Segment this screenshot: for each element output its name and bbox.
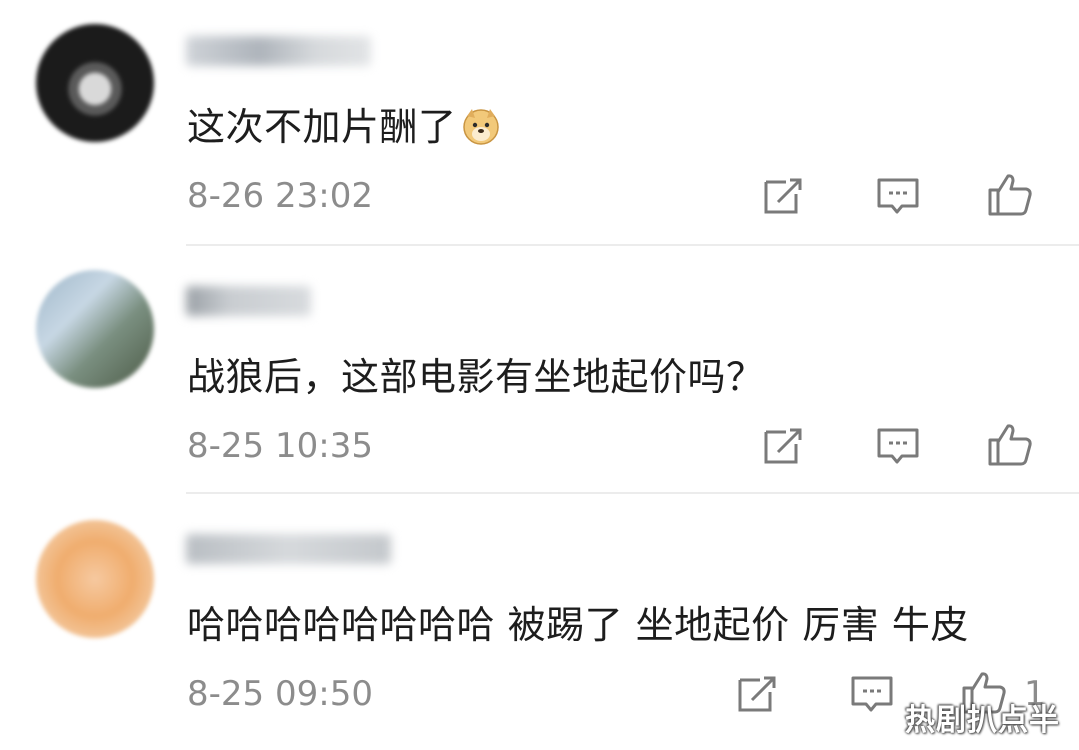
comment-body: 这次不加片酬了 — [187, 105, 457, 149]
comment-item: 这次不加片酬了 8-26 23:02 — [0, 0, 1079, 246]
comment-button[interactable] — [874, 422, 922, 470]
thumbs-up-icon — [988, 174, 1032, 216]
repost-button[interactable] — [734, 670, 782, 718]
comment-text: 哈哈哈哈哈哈哈哈 被踢了 坐地起价 厉害 牛皮 — [187, 603, 969, 647]
repost-icon — [764, 428, 802, 464]
username-blurred[interactable] — [186, 286, 311, 316]
timestamp: 8-26 23:02 — [187, 176, 373, 216]
comment-text: 战狼后，这部电影有坐地起价吗？ — [187, 355, 765, 399]
comment-text: 这次不加片酬了 — [187, 96, 501, 151]
timestamp: 8-25 10:35 — [187, 426, 373, 466]
comment-button[interactable] — [848, 670, 896, 718]
username-blurred[interactable] — [186, 36, 371, 66]
doge-emoji-icon — [461, 106, 501, 146]
like-button[interactable] — [986, 170, 1034, 218]
comment-button[interactable] — [874, 172, 922, 220]
comment-icon — [851, 676, 893, 712]
comment-icon — [877, 178, 919, 214]
avatar[interactable] — [36, 24, 154, 142]
watermark-text: 热剧扒点半 — [905, 703, 1060, 738]
comment-item: 战狼后，这部电影有坐地起价吗？ 8-25 10:35 — [0, 246, 1079, 494]
avatar[interactable] — [36, 270, 154, 388]
repost-icon — [764, 178, 802, 214]
thumbs-up-icon — [988, 424, 1032, 466]
like-button[interactable] — [986, 420, 1034, 468]
avatar[interactable] — [36, 520, 154, 638]
repost-button[interactable] — [760, 172, 808, 220]
timestamp: 8-25 09:50 — [187, 674, 373, 714]
username-blurred[interactable] — [186, 534, 391, 564]
repost-icon — [738, 676, 776, 712]
comment-icon — [877, 428, 919, 464]
repost-button[interactable] — [760, 422, 808, 470]
